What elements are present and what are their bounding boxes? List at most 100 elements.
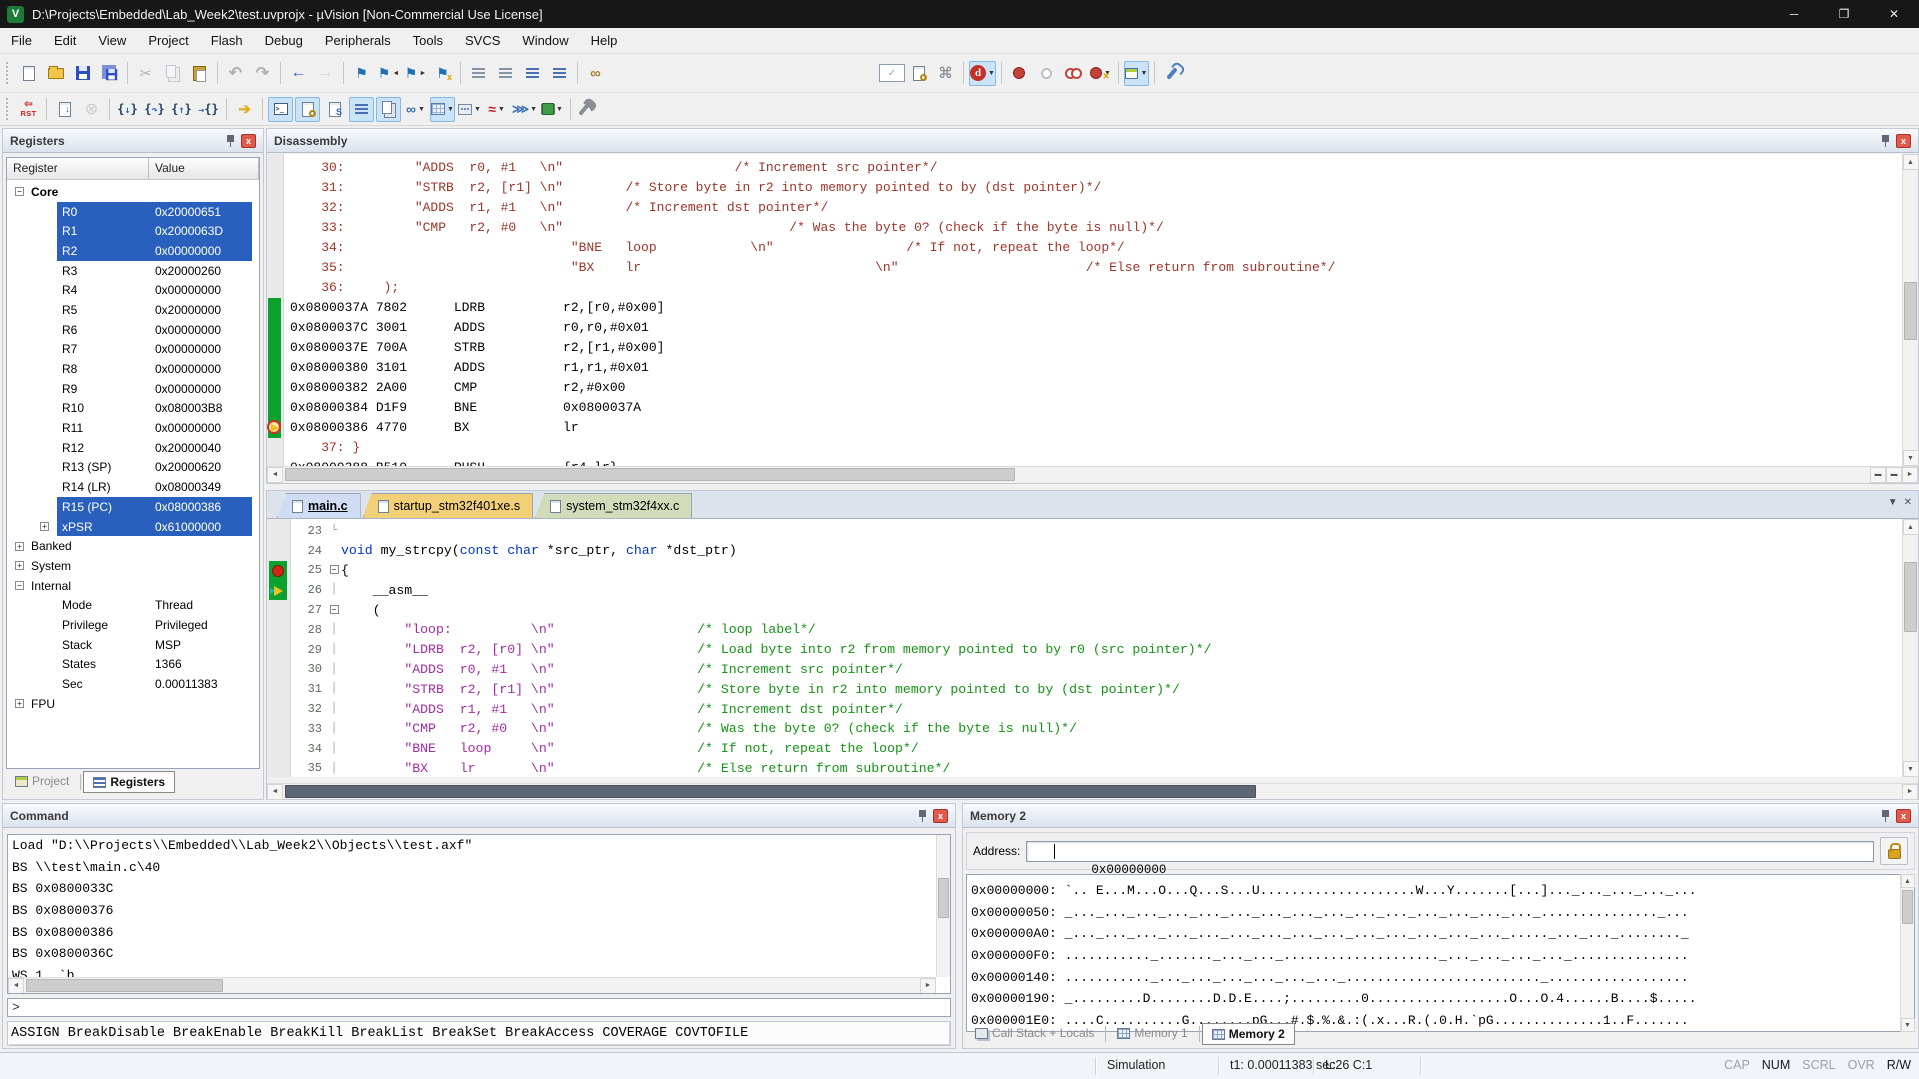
expand-icon[interactable]: + [40,522,49,531]
register-row[interactable]: −Core [7,182,259,202]
disassembly-line[interactable]: 0x08000388 B510 PUSH {r4,lr} [290,458,1335,466]
expand-icon[interactable]: + [15,699,24,708]
editor-margin-cell[interactable] [267,600,290,620]
insert-breakpoint-button[interactable] [1007,61,1032,86]
register-row[interactable]: −Internal [7,576,259,596]
command-window-button[interactable]: >_ [268,97,293,122]
analysis-window-button[interactable]: ≈▼ [484,97,509,122]
expand-icon[interactable]: + [15,542,24,551]
run-button[interactable]: ↓ [52,97,77,122]
code-text[interactable]: ( [341,603,381,618]
disassembly-margin-cell[interactable] [267,398,283,418]
disassembly-line[interactable]: 32: "ADDS r1, #1 \n" /* Increment dst po… [290,198,1335,218]
document-tab-system-stm32f4xx-c[interactable]: system_stm32f4xx.c [535,493,692,518]
register-row[interactable]: ModeThread [7,595,259,615]
register-row[interactable]: R14 (LR)0x08000349 [7,477,259,497]
memory-window-button[interactable]: ▼ [430,97,455,122]
disassembly-line[interactable]: 0x08000386 4770 BX lr [290,418,1335,438]
disassembly-horizontal-scrollbar[interactable]: ◄ ▬ ▬ ► [267,466,1918,482]
dock-tab-memory-2[interactable]: Memory 2 [1202,1023,1295,1045]
command-output[interactable]: Load "D:\\Projects\\Embedded\\Lab_Week2\… [7,834,951,994]
column-header-register[interactable]: Register [7,158,149,179]
disassembly-margin-cell[interactable] [267,158,283,178]
code-text[interactable]: void my_strcpy(const char *src_ptr, char… [341,543,737,558]
register-row[interactable]: +Banked [7,536,259,556]
disassembly-margin[interactable] [267,154,284,466]
menu-item-edit[interactable]: Edit [43,28,87,54]
disassembly-code[interactable]: 30: "ADDS r0, #1 \n" /* Increment src po… [284,154,1335,466]
indent-button[interactable] [493,61,518,86]
paste-button[interactable] [187,61,212,86]
uncomment-selection-button[interactable] [547,61,572,86]
watch-window-button[interactable]: ∞▼ [403,97,428,122]
editor-margin-cell[interactable] [267,679,290,699]
document-tab-main-c[interactable]: main.c [277,493,361,518]
memory-dump[interactable]: 0x00000000: `.. E...M...O...Q...S...U...… [966,874,1915,1032]
pin-icon[interactable] [917,809,928,822]
disassembly-margin-cell[interactable] [267,238,283,258]
register-row[interactable]: R15 (PC)0x08000386 [7,497,259,517]
minimize-button[interactable]: ─ [1769,0,1819,28]
editor-horizontal-scrollbar[interactable]: ◄ ► [267,783,1918,799]
configure-tools-button[interactable] [1160,61,1185,86]
menu-item-help[interactable]: Help [580,28,629,54]
disassembly-line[interactable]: 0x08000384 D1F9 BNE 0x0800037A [290,398,1335,418]
register-row[interactable]: R110x00000000 [7,418,259,438]
disassembly-margin-cell[interactable] [267,198,283,218]
callstack-window-button[interactable] [376,97,401,122]
register-row[interactable]: States1366 [7,655,259,675]
new-file-button[interactable] [16,61,41,86]
disassembly-line[interactable]: 34: "BNE loop \n" /* If not, repeat the … [290,238,1335,258]
dock-tab-memory-1[interactable]: Memory 1 [1108,1023,1196,1043]
fold-marker[interactable]: − [327,561,341,581]
code-text[interactable]: "ADDS r1, #1 \n" /* Increment dst pointe… [341,702,903,717]
menu-item-peripherals[interactable]: Peripherals [314,28,402,54]
kill-all-breakpoints-button[interactable]: ✕▼ [1088,61,1113,86]
editor-vertical-scrollbar[interactable]: ▲ ▼ [1902,519,1918,777]
disassembly-margin-cell[interactable] [267,338,283,358]
fold-marker[interactable]: − [327,600,341,620]
unindent-button[interactable] [466,61,491,86]
register-row[interactable]: R10x2000063D [7,221,259,241]
symbol-window-button[interactable]: S [322,97,347,122]
command-input[interactable]: > [7,998,951,1017]
editor-margin-cell[interactable] [267,660,290,680]
disassembly-margin-cell[interactable] [267,458,283,466]
register-row[interactable]: R50x20000000 [7,300,259,320]
command-vertical-scrollbar[interactable] [936,835,950,977]
disassembly-line[interactable]: 37: } [290,438,1335,458]
editor-margin-cell[interactable] [267,719,290,739]
start-stop-debug-button[interactable]: d▼ [969,61,996,86]
collapse-icon[interactable]: − [330,605,339,614]
collapse-icon[interactable]: − [330,565,339,574]
maximize-button[interactable]: ❐ [1819,0,1869,28]
step-out-button[interactable]: {↑} [169,97,194,122]
dock-tab-project[interactable]: Project [6,771,78,791]
menu-item-tools[interactable]: Tools [402,28,454,54]
menu-item-flash[interactable]: Flash [200,28,254,54]
disassembly-line[interactable]: 31: "STRB r2, [r1] \n" /* Store byte in … [290,178,1335,198]
disassembly-line[interactable]: 0x08000382 2A00 CMP r2,#0x00 [290,378,1335,398]
save-all-button[interactable] [97,61,122,86]
window-layout-button[interactable]: ▼ [1124,61,1149,86]
register-row[interactable]: +System [7,556,259,576]
disable-breakpoint-button[interactable] [1034,61,1059,86]
pin-icon[interactable] [1880,134,1891,147]
close-button[interactable]: ✕ [1869,0,1919,28]
search-combobox[interactable]: ✓ [879,64,905,82]
register-row[interactable]: R120x20000040 [7,438,259,458]
register-row[interactable]: R40x00000000 [7,280,259,300]
code-text[interactable]: "ADDS r0, #1 \n" /* Increment src pointe… [341,662,903,677]
incremental-find-button[interactable]: ⌘ [933,61,958,86]
close-panel-icon[interactable]: x [1896,134,1911,148]
trace-window-button[interactable]: ⋙▼ [511,97,538,122]
find-in-files-dialog-button[interactable] [906,61,931,86]
register-row[interactable]: Sec0.00011383 [7,674,259,694]
menu-item-view[interactable]: View [87,28,137,54]
disassembly-line[interactable]: 30: "ADDS r0, #1 \n" /* Increment src po… [290,158,1335,178]
disassembly-margin-cell[interactable] [267,278,283,298]
navigate-back-button[interactable]: ← [286,61,311,86]
bookmark-clear-button[interactable]: ⚑x [430,61,455,86]
editor-margin-cell[interactable] [267,620,290,640]
bookmark-prev-button[interactable]: ⚑◄ [376,61,401,86]
